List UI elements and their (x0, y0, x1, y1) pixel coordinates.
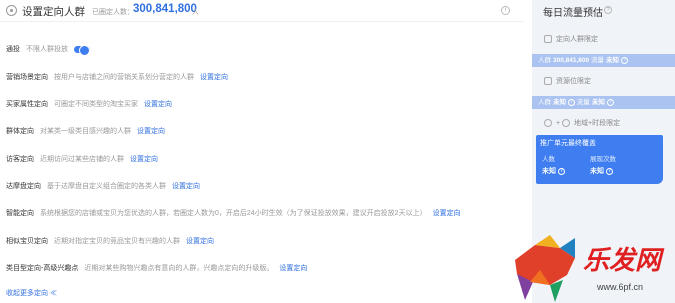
location-icon (562, 119, 571, 128)
step-audience-label: 定向人群限定 (556, 36, 598, 43)
page-title: 设置定向人群 (22, 6, 85, 18)
clock-icon (544, 119, 552, 128)
watermark-url: www.6pf.cn (597, 282, 644, 292)
step-audience: 定向人群限定 (544, 34, 598, 44)
targeting-row: 达摩盘定向 基于达摩盘自定义组合圈定的各类人群 设置定向 (6, 181, 200, 191)
band1-label: 人群 (538, 57, 551, 64)
final-coverage-card: 推广单元最终覆盖 人数 展现次数 未知? 未知? (536, 135, 663, 184)
count-unit: 人 (192, 9, 199, 16)
row-label: 营销场景定向 (6, 74, 48, 81)
question-icon[interactable]: ? (606, 98, 614, 106)
band2-value: 未知 (553, 99, 566, 106)
row-description: 不限人群投放 (26, 46, 68, 53)
set-targeting-link[interactable]: 设置定向 (200, 74, 228, 81)
panel-header: 设置定向人群 已圈定人数： 300,841,800 人 i (0, 0, 524, 22)
band-audience: 人群 300,841,800 流量 未知? (532, 54, 675, 67)
set-targeting-link[interactable]: 设置定向 (279, 265, 307, 272)
row-label: 通投 (6, 46, 20, 53)
watermark: 乐发网 www.6pf.cn (505, 230, 675, 303)
audience-count: 300,841,800 (133, 3, 197, 15)
help-icon[interactable]: ? (604, 6, 612, 14)
final-v2: 未知 (590, 168, 604, 175)
targeting-row: 通投 不限人群投放 (6, 44, 90, 56)
targeting-row: 类目型定向-高级兴趣点 近期对某些购物兴趣点有意向的人群，兴趣点定向的升级版。 设置… (6, 263, 307, 273)
info-icon[interactable]: i (501, 6, 510, 15)
final-people-label: 人数 (542, 156, 555, 163)
band2-sep: 流量 (575, 99, 590, 106)
set-targeting-link[interactable]: 设置定向 (172, 183, 200, 190)
row-label: 达摩盘定向 (6, 183, 41, 190)
targeting-row: 买家属性定向 可圈定不同类型的淘宝买家 设置定向 (6, 99, 172, 109)
final-impressions-value: 未知? (590, 166, 613, 176)
watermark-text: 乐发网 (583, 246, 662, 276)
set-targeting-link[interactable]: 设置定向 (186, 238, 214, 245)
final-v1: 未知 (542, 168, 556, 175)
set-targeting-link[interactable]: 设置定向 (130, 156, 158, 163)
row-description: 系统根据您的店铺或宝贝为您优选的人群，若圈定人数为0，开启后24小时生效（为了保… (40, 210, 427, 217)
question-icon[interactable]: ? (620, 56, 628, 64)
row-description: 近期对某些购物兴趣点有意向的人群，兴趣点定向的升级版。 (84, 265, 274, 272)
target-icon (6, 5, 17, 16)
row-label: 智能定向 (6, 210, 34, 217)
band1-value2: 未知 (605, 57, 619, 64)
step-resource: 资源位限定 (544, 76, 591, 86)
targeting-panel: 设置定向人群 已圈定人数： 300,841,800 人 i 通投 不限人群投放营销… (0, 0, 524, 303)
row-description: 基于达摩盘自定义组合圈定的各类人群 (47, 183, 166, 190)
targeting-row: 智能定向 系统根据您的店铺或宝贝为您优选的人群，若圈定人数为0，开启后24小时生效… (6, 208, 461, 218)
estimate-title: 每日流量预估 (543, 8, 603, 19)
count-label: 已圈定人数： (92, 9, 134, 16)
broad-targeting-toggle[interactable] (74, 44, 90, 56)
band2-value2: 未知 (591, 99, 605, 106)
set-targeting-link[interactable]: 设置定向 (144, 101, 172, 108)
audience-icon (544, 35, 552, 44)
resource-icon (544, 77, 552, 86)
question-icon[interactable]: ? (606, 167, 613, 175)
row-description: 近期访问过某些店铺的人群 (40, 156, 124, 163)
band1-sep: 流量 (589, 57, 604, 64)
final-people-value: 未知? (542, 166, 565, 176)
step-region-time: + 地域+时段限定 (544, 118, 620, 128)
bull-logo-icon (515, 235, 575, 302)
row-description: 对某类一级类目感兴趣的人群 (40, 128, 131, 135)
band1-value: 300,841,800 (553, 57, 590, 64)
targeting-row: 营销场景定向 按用户与店铺之间的营销关系划分营定的人群 设置定向 (6, 72, 228, 82)
band2-label: 人群 (538, 99, 551, 106)
row-description: 近期对指定宝贝的竞品宝贝有兴趣的人群 (54, 238, 180, 245)
band-resource: 人群 未知? 流量 未知? (532, 96, 675, 109)
row-label: 群体定向 (6, 128, 34, 135)
set-targeting-link[interactable]: 设置定向 (433, 210, 461, 217)
final-impressions-label: 展现次数 (590, 156, 616, 163)
row-description: 可圈定不同类型的淘宝买家 (54, 101, 138, 108)
targeting-row: 访客定向 近期访问过某些店铺的人群 设置定向 (6, 154, 158, 164)
row-description: 按用户与店铺之间的营销关系划分营定的人群 (54, 74, 194, 81)
targeting-row: 群体定向 对某类一级类目感兴趣的人群 设置定向 (6, 126, 165, 136)
row-label: 相似宝贝定向 (6, 238, 48, 245)
step-region-time-label: 地域+时段限定 (574, 120, 621, 127)
row-label: 类目型定向-高级兴趣点 (6, 265, 79, 272)
question-icon[interactable]: ? (558, 167, 565, 175)
targeting-row: 相似宝贝定向 近期对指定宝贝的竞品宝贝有兴趣的人群 设置定向 (6, 236, 214, 246)
final-title: 推广单元最终覆盖 (540, 140, 596, 147)
row-label: 买家属性定向 (6, 101, 48, 108)
step-resource-label: 资源位限定 (556, 78, 591, 85)
question-icon[interactable]: ? (568, 98, 575, 106)
row-label: 访客定向 (6, 156, 34, 163)
collapse-more-link[interactable]: 收起更多定向 ≪ (6, 288, 57, 298)
set-targeting-link[interactable]: 设置定向 (137, 128, 165, 135)
